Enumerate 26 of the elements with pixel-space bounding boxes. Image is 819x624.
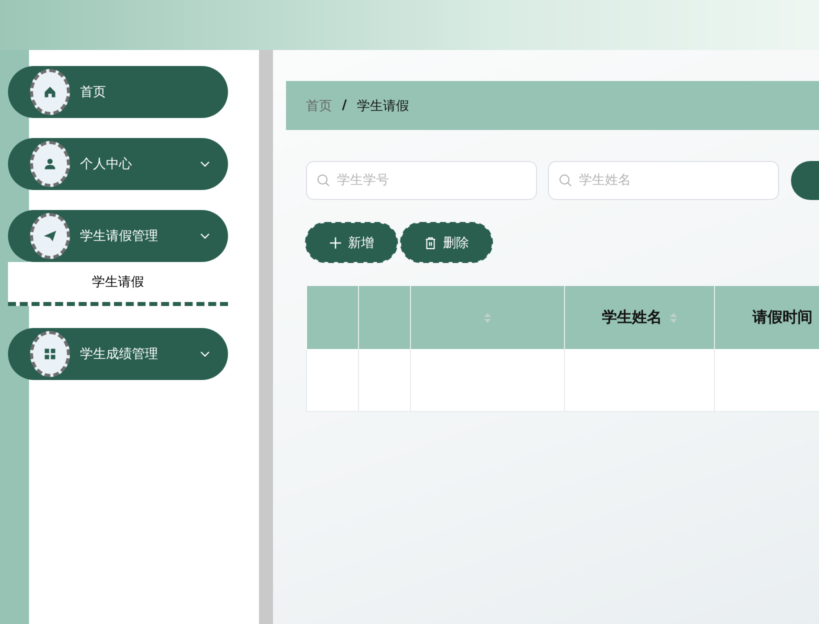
sidebar-menu-item[interactable]: 首页 <box>8 66 228 118</box>
submenu-item[interactable]: 学生请假 <box>8 262 228 306</box>
search-field[interactable]: 学生学号 <box>306 161 537 200</box>
plus-icon <box>329 236 342 250</box>
chevron-icon <box>200 351 210 357</box>
sidebar-menu-item[interactable]: 学生请假管理 <box>8 210 228 262</box>
trash-icon <box>424 236 437 250</box>
column-header: 学生姓名 <box>602 308 662 327</box>
sidebar-menu-item[interactable]: 个人中心 <box>8 138 228 190</box>
column-header: 请假时间 <box>752 308 813 327</box>
delete-button[interactable]: 删除 <box>401 223 492 262</box>
sort-icon[interactable] <box>670 312 677 324</box>
search-button[interactable] <box>791 161 819 200</box>
search-icon <box>317 174 330 187</box>
sort-icon[interactable] <box>484 312 491 324</box>
chevron-icon <box>200 233 210 239</box>
breadcrumb-separator: / <box>342 98 347 113</box>
search-icon <box>559 174 572 187</box>
search-field[interactable]: 学生姓名 <box>548 161 779 200</box>
grid-icon <box>30 331 70 377</box>
add-button[interactable]: 新增 <box>306 223 397 262</box>
sidebar-menu-item[interactable]: 学生成绩管理 <box>8 328 228 380</box>
paper-plane-icon <box>30 213 70 259</box>
user-icon <box>30 141 70 187</box>
chevron-icon <box>200 161 210 167</box>
home-icon <box>30 69 70 115</box>
